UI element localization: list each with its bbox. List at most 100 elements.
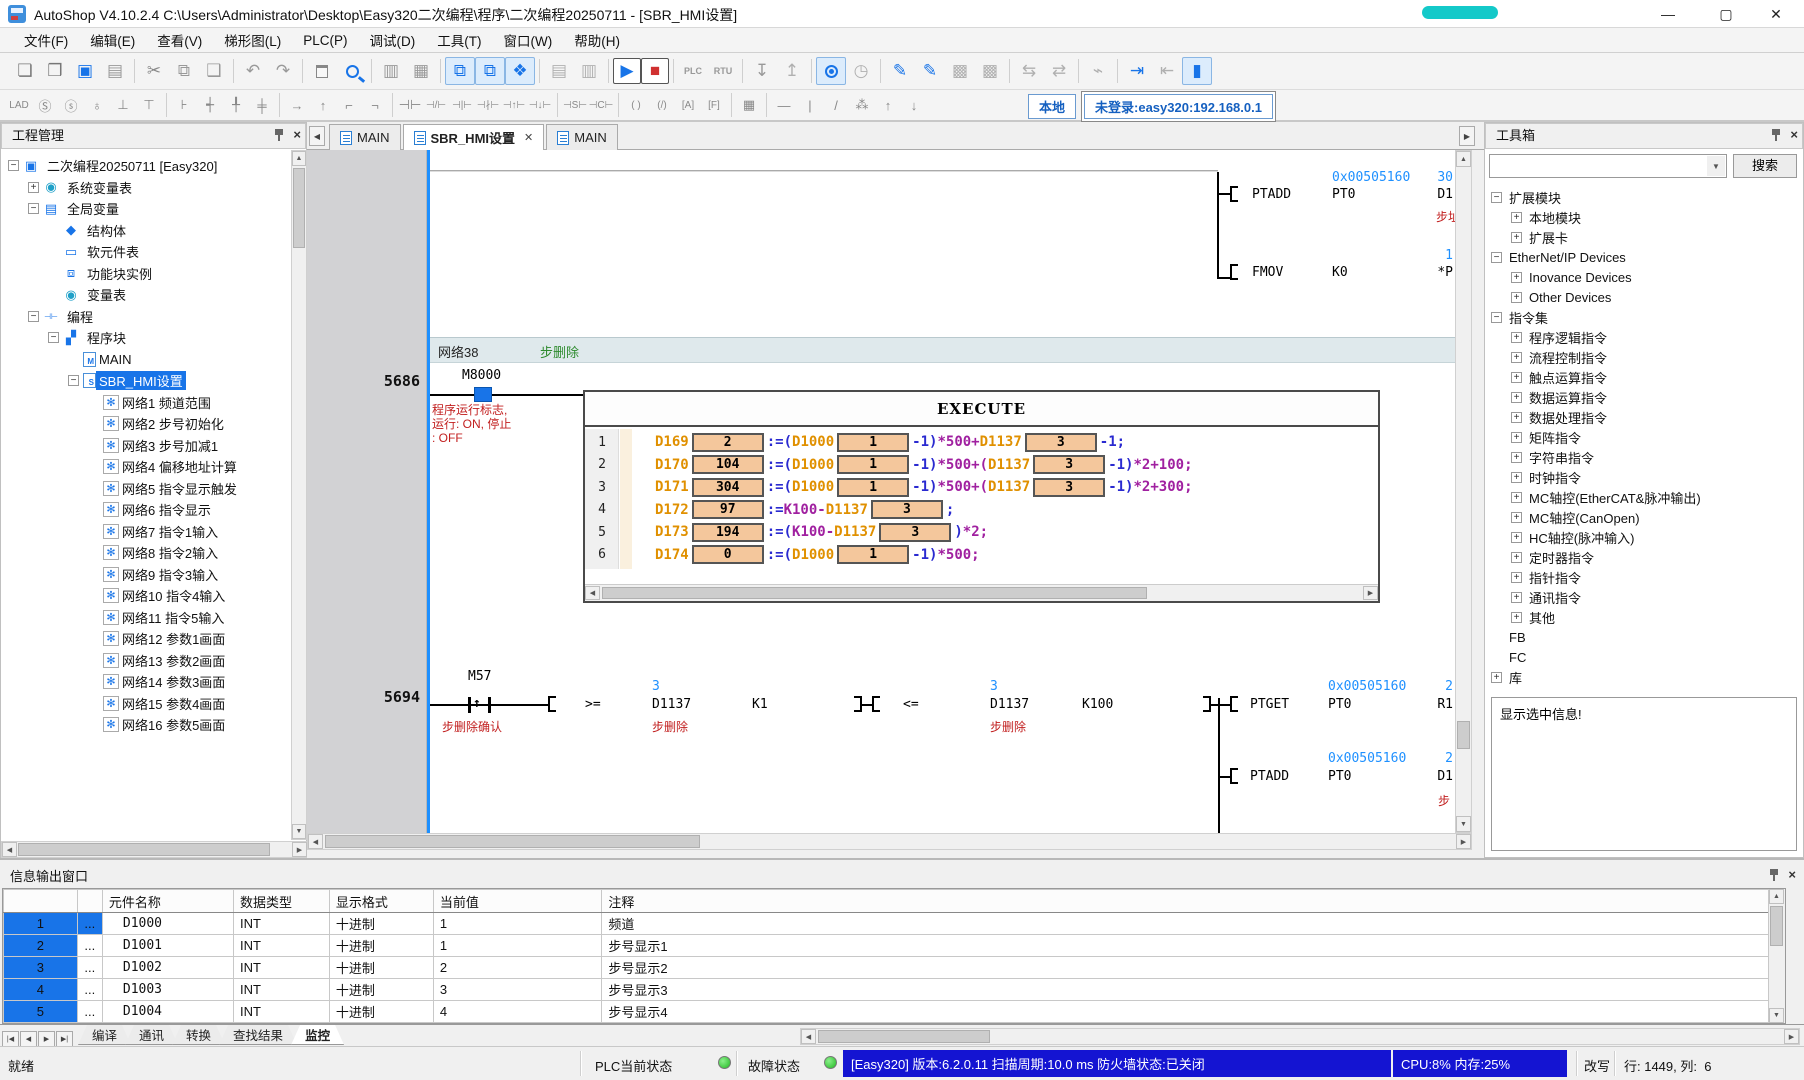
scroll-right-icon[interactable]: ▶ xyxy=(1784,1029,1799,1044)
scroll-up-icon[interactable]: ▲ xyxy=(292,151,306,166)
watch-row-4[interactable]: 4...D1003INT十进制3步号显示3 xyxy=(4,979,1783,1001)
print-icon[interactable]: ▦ xyxy=(406,57,436,85)
tab-scroll-left-icon[interactable]: ◀ xyxy=(309,126,325,146)
watch-cell[interactable]: INT xyxy=(234,935,330,957)
app-instr-icon[interactable]: [A] xyxy=(675,93,701,117)
output-device[interactable]: D1 xyxy=(1415,769,1453,784)
operand-value-box[interactable]: 1 xyxy=(837,478,909,497)
tree-item-扩展卡[interactable]: +扩展卡 xyxy=(1489,227,1789,247)
scroll-thumb[interactable] xyxy=(818,1030,990,1043)
tree-item-指令集[interactable]: −指令集 xyxy=(1489,307,1789,327)
pin-icon[interactable] xyxy=(273,128,285,142)
watch-row-2[interactable]: 2...D1001INT十进制1步号显示1 xyxy=(4,935,1783,957)
scroll-left-icon[interactable]: ◀ xyxy=(2,842,17,857)
login-icon[interactable]: ⇥ xyxy=(1122,57,1152,85)
watch-cell[interactable]: 1 xyxy=(433,913,602,935)
collapse-icon[interactable]: − xyxy=(1491,252,1502,263)
watch-col-header[interactable] xyxy=(4,890,78,913)
expand-icon[interactable]: + xyxy=(1511,572,1522,583)
row-select-button[interactable]: ... xyxy=(77,979,102,1001)
expand-icon[interactable]: + xyxy=(1511,492,1522,503)
expand-icon[interactable]: + xyxy=(28,182,39,193)
device-name-cell[interactable]: D1000 xyxy=(102,913,233,935)
tree-item-触点运算指令[interactable]: +触点运算指令 xyxy=(1489,367,1789,387)
down-tool-icon[interactable]: ↓ xyxy=(901,93,927,117)
contact-label[interactable]: M57 xyxy=(468,669,491,684)
copy-icon[interactable]: ⧉ xyxy=(169,57,199,85)
output-device[interactable]: R1 xyxy=(1415,697,1453,712)
stop-icon[interactable]: ■ xyxy=(641,58,669,84)
execute-block[interactable]: EXECUTE 1D1692:=(D10001-1)*500+D11373-1;… xyxy=(583,390,1380,603)
wire-corner2-icon[interactable]: ¬ xyxy=(362,93,388,117)
expand-icon[interactable]: + xyxy=(1511,612,1522,623)
tree-item-网络1 频道范围[interactable]: ✻网络1 频道范围 xyxy=(2,392,291,414)
wire-corner-icon[interactable]: ⌐ xyxy=(336,93,362,117)
minimize-button[interactable]: — xyxy=(1640,0,1696,28)
contact-label[interactable]: M8000 xyxy=(462,368,501,383)
scroll-thumb[interactable] xyxy=(325,835,700,848)
tree-item-网络5 指令显示触发[interactable]: ✻网络5 指令显示触发 xyxy=(2,478,291,500)
watch-col-header[interactable] xyxy=(77,890,102,913)
device-name-cell[interactable]: D1003 xyxy=(102,979,233,1001)
expand-icon[interactable]: + xyxy=(1511,212,1522,223)
sbr-view-icon[interactable]: Ⓢ xyxy=(32,93,58,117)
menu-item-6[interactable]: 工具(T) xyxy=(427,28,491,52)
menu-item-2[interactable]: 查看(V) xyxy=(147,28,212,52)
watch-col-header-当前值[interactable]: 当前值 xyxy=(433,890,602,913)
watch-cell[interactable]: INT xyxy=(234,957,330,979)
toolbox-search-input[interactable]: ▼ xyxy=(1489,154,1727,178)
execute-hscrollbar[interactable]: ◀ ▶ xyxy=(585,584,1378,601)
compare-operator[interactable]: >= xyxy=(585,697,601,712)
row-number[interactable]: 3 xyxy=(4,957,78,979)
scroll-left-icon[interactable]: ◀ xyxy=(801,1029,816,1044)
operand-value-box[interactable]: 1 xyxy=(837,455,909,474)
contact-nc-icon[interactable]: ⊣/⊢ xyxy=(423,93,449,117)
editor-vscrollbar[interactable]: ▲ ▼ xyxy=(1455,150,1472,833)
operand-value-box[interactable]: 3 xyxy=(1033,478,1105,497)
output-tab-监控[interactable]: 监控 xyxy=(291,1025,344,1045)
collapse-icon[interactable]: − xyxy=(28,203,39,214)
tree-item-数据运算指令[interactable]: +数据运算指令 xyxy=(1489,387,1789,407)
expand-icon[interactable]: + xyxy=(1511,432,1522,443)
operand-value-box[interactable]: 3 xyxy=(1033,455,1105,474)
upload-icon[interactable]: ↥ xyxy=(777,57,807,85)
watch-table-vscrollbar[interactable]: ▲ ▼ xyxy=(1768,889,1785,1023)
contact-powered[interactable] xyxy=(474,387,492,402)
device-name-cell[interactable]: D1002 xyxy=(102,957,233,979)
collapse-icon[interactable]: − xyxy=(48,332,59,343)
watch-cell[interactable]: 十进制 xyxy=(329,935,433,957)
editor-tab-MAIN[interactable]: MAIN xyxy=(546,124,618,150)
rail-down-icon[interactable]: ⊥ xyxy=(110,93,136,117)
operand[interactable]: PT0 xyxy=(1328,769,1351,784)
tree-item-网络4 偏移地址计算[interactable]: ✻网络4 偏移地址计算 xyxy=(2,456,291,478)
ladder-canvas[interactable]: PTADD PT0 0x00505160 30 D1 步址 FMOV K0 1 … xyxy=(430,150,1455,833)
tree-item-时钟指令[interactable]: +时钟指令 xyxy=(1489,467,1789,487)
st-line-5[interactable]: 5D173194:=(K100-D11373)*2; xyxy=(585,521,1378,543)
output-nav-icon-2[interactable]: ▶ xyxy=(38,1031,55,1048)
editor-hscrollbar[interactable]: ◀ ▶ xyxy=(307,833,1472,850)
insert-col-icon[interactable]: ╀ xyxy=(223,93,249,117)
redo-icon[interactable]: ↷ xyxy=(268,57,298,85)
sbr2-view-icon[interactable]: ⓢ xyxy=(58,93,84,117)
tree-item-编程[interactable]: −⊣⊢编程 xyxy=(2,306,291,328)
scroll-down-icon[interactable]: ▼ xyxy=(1769,1008,1784,1023)
expand-icon[interactable]: + xyxy=(1511,552,1522,563)
tree-item-Other Devices[interactable]: +Other Devices xyxy=(1489,287,1789,307)
tree-item-数据处理指令[interactable]: +数据处理指令 xyxy=(1489,407,1789,427)
collapse-icon[interactable]: − xyxy=(8,160,19,171)
star-tool-icon[interactable]: ⁂ xyxy=(849,93,875,117)
instruction[interactable]: PTADD xyxy=(1250,769,1289,784)
undo-icon[interactable]: ↶ xyxy=(238,57,268,85)
output-device[interactable]: *P xyxy=(1415,265,1453,280)
operand-value-box[interactable]: 2 xyxy=(692,433,764,452)
row-select-button[interactable]: ... xyxy=(77,913,102,935)
contact-rise-icon[interactable]: ⊣↑⊢ xyxy=(501,93,527,117)
tree-item-网络8 指令2输入[interactable]: ✻网络8 指令2输入 xyxy=(2,542,291,564)
menu-item-5[interactable]: 调试(D) xyxy=(360,28,426,52)
monitor-icon[interactable] xyxy=(816,57,846,85)
save-all-icon[interactable]: ▤ xyxy=(100,57,130,85)
operand-value-box[interactable]: 97 xyxy=(692,500,764,519)
tree-item-HC轴控(脉冲输入)[interactable]: +HC轴控(脉冲输入) xyxy=(1489,527,1789,547)
close-icon[interactable]: × xyxy=(293,128,301,142)
watch-col-header-注释[interactable]: 注释 xyxy=(602,890,1783,913)
